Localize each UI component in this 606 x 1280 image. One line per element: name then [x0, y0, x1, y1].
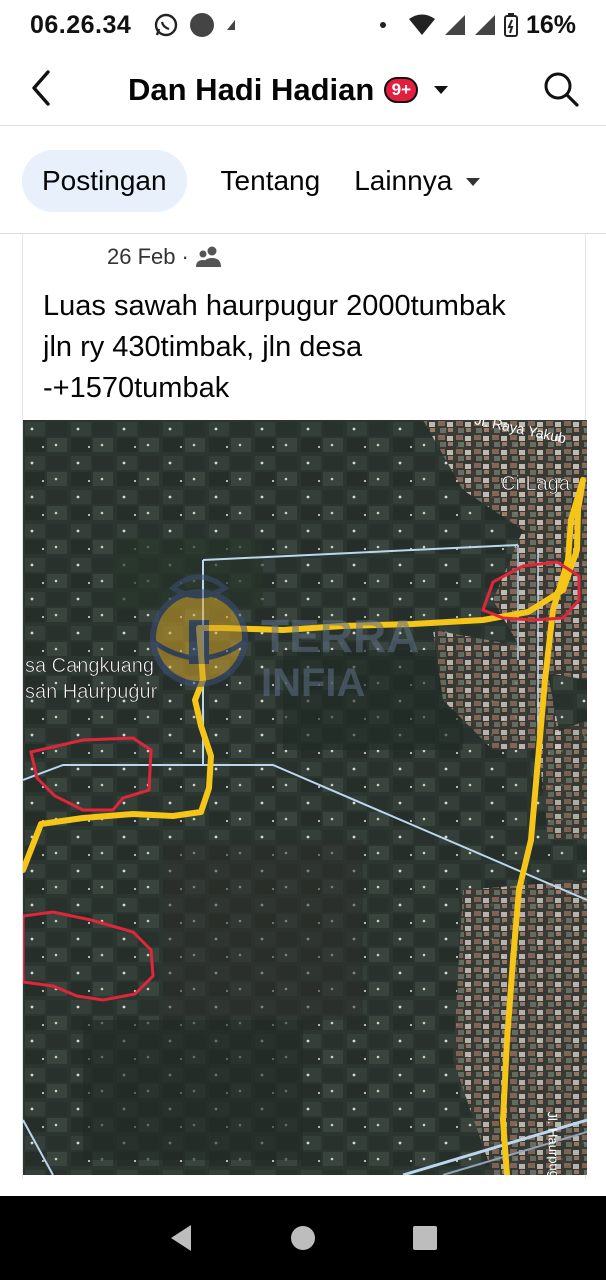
status-notification-icons [153, 12, 237, 38]
map-label-haurpugur: san Haurpugur [25, 681, 158, 703]
small-notification-icon [227, 20, 236, 30]
map-label-ci-laga: Ci Laga [501, 473, 571, 495]
meta-separator: · [181, 244, 189, 269]
watermark-text-terra: TERRA [261, 610, 419, 662]
app-header: Dan Hadi Hadian 9+ [0, 52, 606, 126]
satellite-map: Jl. Raya Yakub Ci Laga sa Cangkuang san … [23, 420, 587, 1175]
post-text: Luas sawah haurpugur 2000tumbak jln ry 4… [43, 286, 573, 409]
tab-label: Postingan [42, 164, 167, 196]
map-label-bottom-road: Jl. Haurpugur [545, 1111, 563, 1175]
home-circle-icon [291, 1226, 315, 1250]
post-text-line: Luas sawah haurpugur 2000tumbak [43, 290, 506, 322]
chevron-down-icon [466, 178, 481, 186]
tab-tentang[interactable]: Tentang [221, 150, 321, 212]
post-text-line: -+1570tumbak [43, 372, 230, 404]
circle-notification-icon [190, 13, 215, 37]
page-title: Dan Hadi Hadian [128, 72, 375, 107]
battery-icon [503, 13, 518, 37]
nav-home-button[interactable] [283, 1218, 323, 1258]
whatsapp-icon [155, 13, 178, 37]
android-nav-bar [0, 1196, 606, 1280]
post-date[interactable]: 26 Feb [107, 244, 176, 270]
tab-lainnya[interactable]: Lainnya [354, 150, 481, 212]
status-time: 06.26.34 [30, 10, 132, 39]
notification-badge: 9+ [384, 77, 419, 103]
tab-postingan[interactable]: Postingan [22, 149, 187, 212]
profile-name-dropdown[interactable]: Dan Hadi Hadian 9+ [128, 68, 449, 112]
post-card: 26 Feb · Luas sawah haurpugur 2000tumbak… [22, 234, 587, 1179]
post-image-satellite-map[interactable]: Jl. Raya Yakub Ci Laga sa Cangkuang san … [23, 420, 587, 1175]
battery-percent: 16% [525, 10, 576, 39]
search-icon [544, 72, 579, 107]
wifi-icon [408, 14, 435, 35]
nav-recents-button[interactable] [405, 1218, 445, 1258]
profile-tabs: Postingan Tentang Lainnya [0, 128, 606, 234]
nav-back-button[interactable] [161, 1218, 201, 1258]
tab-label: Tentang [220, 164, 321, 196]
status-bar: 06.26.34 16% [0, 0, 606, 50]
post-meta: 26 Feb · [107, 242, 223, 272]
dot-indicator-icon [379, 22, 386, 28]
tab-label: Lainnya [354, 164, 453, 196]
friends-icon [195, 246, 221, 267]
status-system-icons: 16% [379, 10, 576, 40]
post-text-line: jln ry 430timbak, jln desa [43, 331, 363, 363]
caret-down-icon [434, 86, 449, 94]
back-button[interactable] [24, 68, 58, 108]
signal-icon [474, 15, 495, 35]
search-button[interactable] [542, 70, 580, 108]
watermark-text-infia: INFIA [261, 661, 365, 705]
back-arrow-icon [32, 70, 50, 106]
map-label-cangkuang: sa Cangkuang [25, 655, 154, 677]
signal-icon [444, 15, 465, 35]
recents-square-icon [413, 1226, 437, 1250]
back-triangle-icon [171, 1225, 191, 1251]
